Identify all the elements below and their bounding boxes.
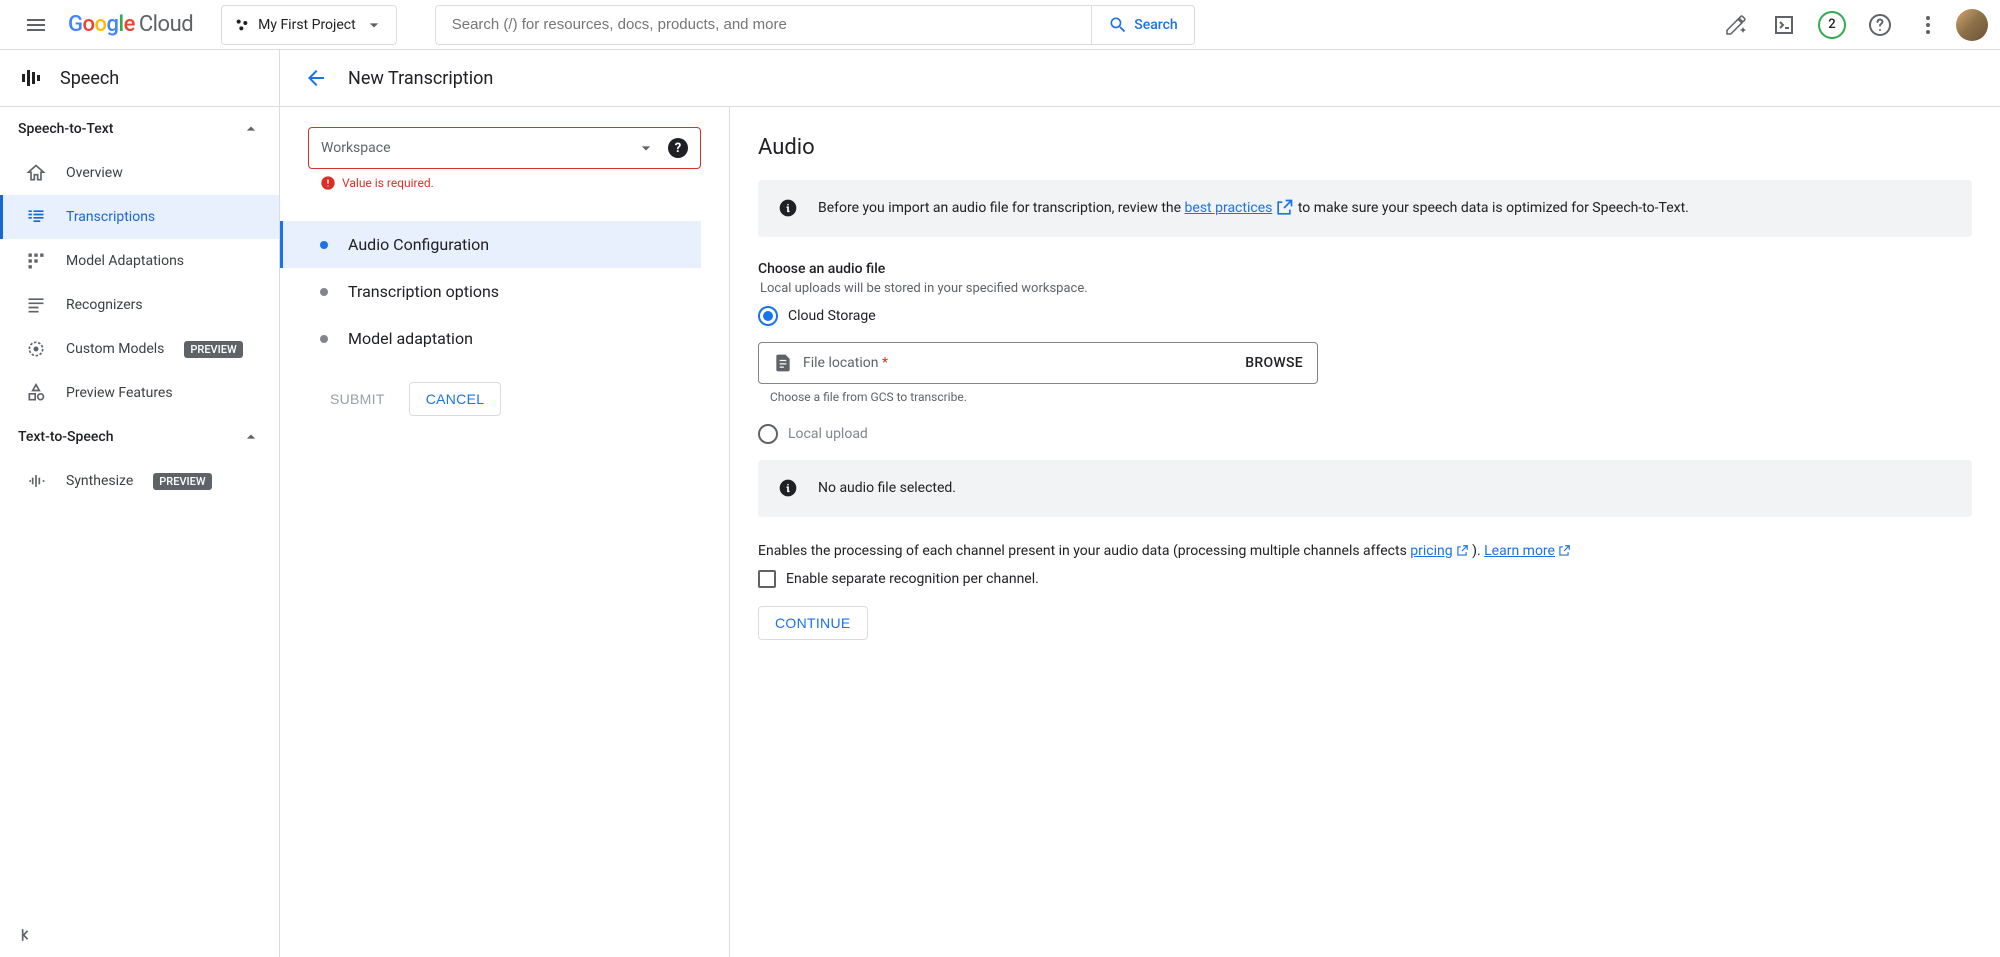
stepper-panel: Workspace ? Value is required. Au — [280, 107, 730, 957]
cloud-shell-icon[interactable] — [1764, 5, 1804, 45]
no-file-box: No audio file selected. — [758, 460, 1972, 517]
sidebar: Speech Speech-to-Text Overview Transcrip… — [0, 50, 280, 957]
radio-icon — [758, 306, 778, 326]
custom-models-icon — [26, 339, 46, 359]
radio-icon — [758, 424, 778, 444]
back-arrow-icon[interactable] — [304, 66, 328, 90]
submit-button[interactable]: SUBMIT — [318, 382, 397, 416]
sidebar-item-synthesize[interactable]: Synthesize PREVIEW — [0, 459, 279, 503]
home-icon — [26, 163, 46, 183]
free-trial-badge[interactable]: 2 — [1812, 5, 1852, 45]
adaptations-icon — [26, 251, 46, 271]
sidebar-collapse-icon[interactable] — [16, 925, 36, 949]
avatar[interactable] — [1956, 9, 1988, 41]
cancel-button[interactable]: CANCEL — [409, 382, 502, 416]
workspace-error: Value is required. — [308, 175, 701, 191]
google-cloud-logo[interactable]: Google Cloud — [68, 12, 193, 37]
project-selector[interactable]: My First Project — [221, 5, 397, 45]
stepper-audio-config[interactable]: Audio Configuration — [280, 221, 701, 268]
search-button[interactable]: Search — [1091, 6, 1193, 44]
project-name: My First Project — [258, 17, 356, 33]
search-container: Search — [435, 5, 1195, 45]
external-link-icon — [1274, 198, 1294, 218]
external-link-icon — [1455, 544, 1469, 558]
preview-badge: PREVIEW — [153, 473, 211, 490]
synthesize-icon — [26, 471, 46, 491]
workspace-select[interactable]: Workspace ? — [308, 127, 701, 169]
sidebar-item-preview-features[interactable]: Preview Features — [0, 371, 279, 415]
speech-icon — [20, 66, 44, 90]
channel-description: Enables the processing of each channel p… — [758, 541, 1972, 562]
stepper-dot-icon — [320, 335, 328, 343]
project-icon — [234, 17, 250, 33]
preview-features-icon — [26, 383, 46, 403]
help-icon[interactable]: ? — [668, 138, 688, 158]
stepper-transcription-options[interactable]: Transcription options — [308, 268, 701, 315]
sidebar-product-header: Speech — [0, 50, 279, 107]
dropdown-icon — [636, 138, 656, 158]
info-icon — [778, 478, 798, 498]
stepper-dot-icon — [320, 288, 328, 296]
file-location-field[interactable]: File location * BROWSE — [758, 342, 1318, 384]
gemini-icon[interactable] — [1716, 5, 1756, 45]
header-actions: 2 — [1716, 5, 1988, 45]
checkbox-icon — [758, 570, 776, 588]
best-practices-link[interactable]: best practices — [1185, 200, 1295, 216]
sidebar-item-transcriptions[interactable]: Transcriptions — [0, 195, 279, 239]
page-title: New Transcription — [348, 68, 493, 89]
form-section-title: Audio — [758, 135, 1972, 160]
radio-cloud-storage[interactable]: Cloud Storage — [758, 306, 1972, 326]
error-icon — [320, 175, 336, 191]
external-link-icon — [1557, 544, 1571, 558]
chevron-down-icon — [364, 15, 384, 35]
info-box: Before you import an audio file for tran… — [758, 180, 1972, 237]
file-icon — [773, 353, 793, 373]
more-vert-icon[interactable] — [1908, 5, 1948, 45]
preview-badge: PREVIEW — [184, 341, 242, 358]
choose-audio-hint: Local uploads will be stored in your spe… — [760, 281, 1972, 296]
file-location-label: File location * — [803, 355, 1245, 371]
file-hint: Choose a file from GCS to transcribe. — [770, 390, 1972, 404]
pricing-link[interactable]: pricing — [1410, 543, 1468, 559]
hamburger-menu-icon[interactable] — [12, 1, 60, 49]
sidebar-section-stt[interactable]: Speech-to-Text — [0, 107, 279, 151]
help-icon[interactable] — [1860, 5, 1900, 45]
separate-channel-checkbox[interactable]: Enable separate recognition per channel. — [758, 570, 1972, 588]
choose-audio-label: Choose an audio file — [758, 261, 1972, 277]
sidebar-item-custom-models[interactable]: Custom Models PREVIEW — [0, 327, 279, 371]
content-area: New Transcription Workspace ? Value is r… — [280, 50, 2000, 957]
sidebar-item-overview[interactable]: Overview — [0, 151, 279, 195]
search-input[interactable] — [436, 16, 1092, 33]
browse-button[interactable]: BROWSE — [1245, 355, 1303, 371]
sidebar-item-recognizers[interactable]: Recognizers — [0, 283, 279, 327]
info-icon — [778, 198, 798, 218]
sidebar-item-adaptations[interactable]: Model Adaptations — [0, 239, 279, 283]
transcriptions-icon — [26, 207, 46, 227]
stepper-dot-icon — [320, 241, 328, 249]
chevron-up-icon — [241, 119, 261, 139]
sidebar-section-tts[interactable]: Text-to-Speech — [0, 415, 279, 459]
content-header: New Transcription — [280, 50, 2000, 107]
recognizers-icon — [26, 295, 46, 315]
radio-local-upload[interactable]: Local upload — [758, 424, 1972, 444]
chevron-up-icon — [241, 427, 261, 447]
stepper-model-adaptation[interactable]: Model adaptation — [308, 315, 701, 362]
continue-button[interactable]: CONTINUE — [758, 606, 868, 640]
top-header: Google Cloud My First Project Search 2 — [0, 0, 2000, 50]
learn-more-link[interactable]: Learn more — [1484, 543, 1571, 559]
form-panel: Audio Before you import an audio file fo… — [730, 107, 2000, 957]
search-icon — [1108, 15, 1128, 35]
